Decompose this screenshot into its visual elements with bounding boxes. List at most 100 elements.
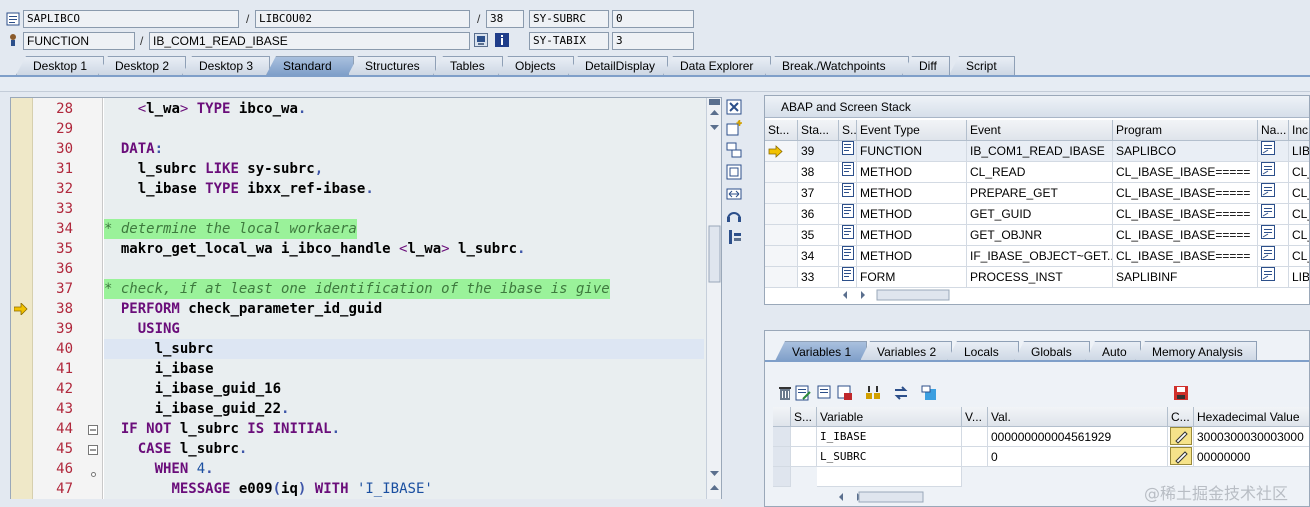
- line-field[interactable]: 38: [486, 10, 524, 28]
- col-header-st[interactable]: St...: [765, 120, 798, 141]
- settings-tool-icon[interactable]: [726, 229, 742, 245]
- tab-standard[interactable]: Standard: [266, 56, 354, 75]
- program-cell[interactable]: SAPLIBCO: [1113, 141, 1258, 162]
- change-value-icon[interactable]: [1168, 447, 1194, 467]
- collapse-icon[interactable]: [88, 424, 98, 438]
- include-cell[interactable]: CL_: [1289, 204, 1309, 225]
- event-type-cell[interactable]: FUNCTION: [857, 141, 967, 162]
- display-icon[interactable]: [474, 33, 488, 47]
- navigate-icon[interactable]: [1258, 246, 1289, 267]
- navigate-icon[interactable]: [1258, 267, 1289, 288]
- program-cell[interactable]: CL_IBASE_IBASE=====: [1113, 162, 1258, 183]
- sysvar2-value[interactable]: 3: [612, 32, 694, 50]
- tab-desktop-2[interactable]: Desktop 2: [98, 56, 186, 75]
- tab-variables-2[interactable]: Variables 2: [860, 341, 952, 361]
- include-cell[interactable]: CL_: [1289, 183, 1309, 204]
- col-header-event[interactable]: Event: [967, 120, 1113, 141]
- name-field[interactable]: IB_COM1_READ_IBASE: [149, 32, 470, 50]
- event-type-cell[interactable]: METHOD: [857, 246, 967, 267]
- program-cell[interactable]: CL_IBASE_IBASE=====: [1113, 183, 1258, 204]
- tab-memory-analysis[interactable]: Memory Analysis: [1135, 341, 1257, 361]
- editor-horizontal-scrollbar[interactable]: [10, 499, 722, 507]
- services-icon[interactable]: [726, 207, 742, 223]
- source-icon[interactable]: [839, 204, 857, 225]
- stack-level-cell[interactable]: 34: [798, 246, 839, 267]
- event-cell[interactable]: GET_GUID: [967, 204, 1113, 225]
- hex-value-cell[interactable]: 00000000: [1194, 447, 1309, 467]
- include-cell[interactable]: CL_: [1289, 225, 1309, 246]
- sysvar2-name[interactable]: SY-TABIX: [529, 32, 609, 50]
- col-header-select[interactable]: [773, 407, 791, 427]
- navigate-icon[interactable]: [1258, 204, 1289, 225]
- change-value-icon[interactable]: [1168, 427, 1194, 447]
- col-header-event-type[interactable]: Event Type: [857, 120, 967, 141]
- edit-variable-icon[interactable]: [795, 385, 811, 401]
- maximize-icon[interactable]: [726, 164, 742, 180]
- stack-level-cell[interactable]: 33: [798, 267, 839, 288]
- variable-value-cell[interactable]: 000000000004561929: [988, 427, 1168, 447]
- source-icon[interactable]: [839, 183, 857, 204]
- program-cell[interactable]: CL_IBASE_IBASE=====: [1113, 246, 1258, 267]
- swap-tool-icon[interactable]: [726, 142, 742, 158]
- source-icon[interactable]: [839, 267, 857, 288]
- include-cell[interactable]: CL_: [1289, 162, 1309, 183]
- resize-icon[interactable]: [726, 186, 742, 202]
- col-header-inc[interactable]: Inc: [1289, 120, 1309, 141]
- sync-icon[interactable]: [893, 385, 909, 401]
- variable-name-cell[interactable]: L_SUBRC: [817, 447, 962, 467]
- stack-level-cell[interactable]: 38: [798, 162, 839, 183]
- close-icon[interactable]: [726, 99, 742, 115]
- new-variable-input[interactable]: [817, 467, 962, 487]
- sysvar1-value[interactable]: 0: [612, 10, 694, 28]
- navigate-icon[interactable]: [1258, 162, 1289, 183]
- tab-script[interactable]: Script: [949, 56, 1015, 75]
- col-header-s[interactable]: S...: [791, 407, 817, 427]
- tab-desktop-3[interactable]: Desktop 3: [182, 56, 270, 75]
- navigate-icon[interactable]: [1258, 225, 1289, 246]
- source-icon[interactable]: [839, 162, 857, 183]
- stack-level-cell[interactable]: 37: [798, 183, 839, 204]
- hex-value-cell[interactable]: 3000300030003000: [1194, 427, 1309, 447]
- event-type-cell[interactable]: METHOD: [857, 225, 967, 246]
- source-editor[interactable]: 28 <l_wa> TYPE ibco_wa. 29 30 DATA: 31 l…: [10, 97, 722, 507]
- row-marker[interactable]: [765, 183, 798, 204]
- variable-info-icon[interactable]: [921, 385, 937, 401]
- col-header-program[interactable]: Program: [1113, 120, 1258, 141]
- vars-horizontal-scrollbar[interactable]: [837, 490, 957, 504]
- tab-diff[interactable]: Diff: [902, 56, 950, 75]
- stack-grid-icon[interactable]: [865, 385, 881, 401]
- info-icon[interactable]: [495, 33, 509, 47]
- navigate-icon[interactable]: [1258, 183, 1289, 204]
- tab-objects[interactable]: Objects: [498, 56, 574, 75]
- row-selector[interactable]: [773, 467, 791, 487]
- col-header-v[interactable]: V...: [962, 407, 988, 427]
- delete-icon[interactable]: [777, 385, 793, 401]
- row-marker[interactable]: [765, 162, 798, 183]
- variable-name-cell[interactable]: I_IBASE: [817, 427, 962, 447]
- event-cell[interactable]: GET_OBJNR: [967, 225, 1113, 246]
- tab-structures[interactable]: Structures: [348, 56, 436, 75]
- source-icon[interactable]: [839, 246, 857, 267]
- tab-desktop-1[interactable]: Desktop 1: [16, 56, 104, 75]
- row-marker[interactable]: [765, 267, 798, 288]
- event-cell[interactable]: IF_IBASE_OBJECT~GET...: [967, 246, 1113, 267]
- event-cell[interactable]: IB_COM1_READ_IBASE: [967, 141, 1113, 162]
- program-cell[interactable]: CL_IBASE_IBASE=====: [1113, 204, 1258, 225]
- col-header-c[interactable]: C...: [1168, 407, 1194, 427]
- row-selector[interactable]: [773, 447, 791, 467]
- stack-level-cell[interactable]: 36: [798, 204, 839, 225]
- program-cell[interactable]: SAPLIBINF: [1113, 267, 1258, 288]
- event-cell[interactable]: PROCESS_INST: [967, 267, 1113, 288]
- editor-vertical-scrollbar[interactable]: [706, 98, 721, 506]
- variable-value-cell[interactable]: 0: [988, 447, 1168, 467]
- tab-breakpoints[interactable]: Break./Watchpoints: [765, 56, 909, 75]
- stack-horizontal-scrollbar[interactable]: [841, 288, 951, 302]
- save-icon[interactable]: [1173, 385, 1189, 401]
- event-type-cell[interactable]: METHOD: [857, 162, 967, 183]
- event-cell[interactable]: PREPARE_GET: [967, 183, 1113, 204]
- tab-variables-1[interactable]: Variables 1: [775, 341, 867, 361]
- include-cell[interactable]: CL_: [1289, 246, 1309, 267]
- include-field[interactable]: LIBCOU02: [255, 10, 470, 28]
- row-marker[interactable]: [765, 225, 798, 246]
- row-selector[interactable]: [773, 427, 791, 447]
